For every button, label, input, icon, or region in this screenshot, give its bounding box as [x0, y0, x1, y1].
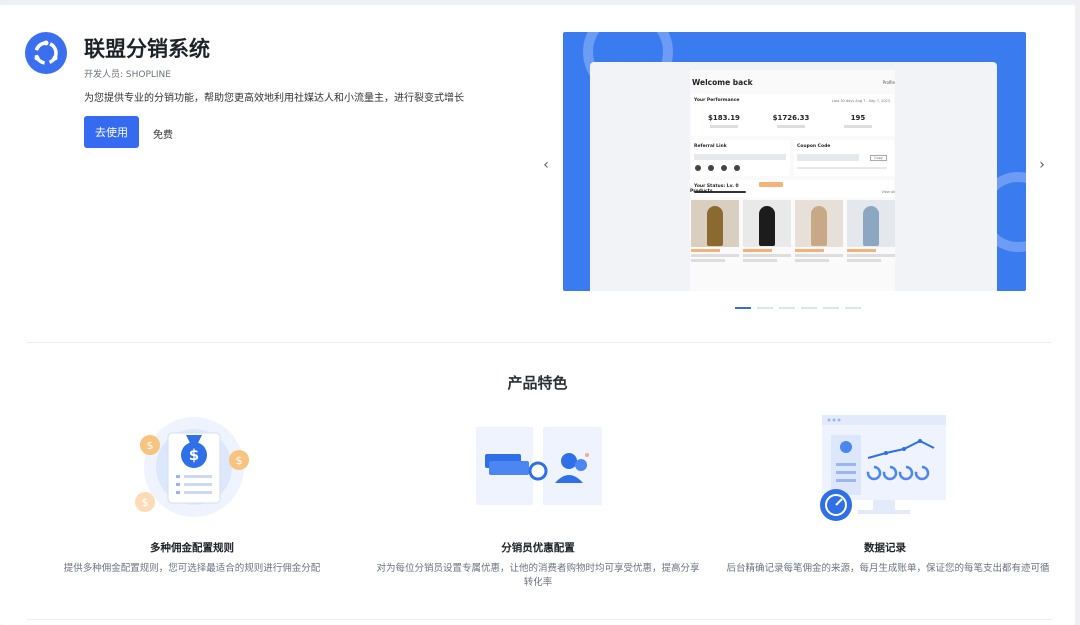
feature-description: 对为每位分销员设置专属优惠，让他的消费者购物时均可享受优惠，提高分享转化率: [376, 563, 700, 588]
mock-coupon-card: Coupon Code Copy: [794, 140, 894, 176]
mock-coupon-note: [797, 167, 887, 169]
mock-product-card: [743, 200, 791, 262]
mock-profile: Profile: [882, 80, 895, 85]
carousel-dot[interactable]: [757, 307, 773, 309]
svg-text:$: $: [142, 496, 149, 509]
mock-performance-title: Your Performance: [694, 98, 740, 103]
affiliate-logo-icon: [25, 32, 67, 74]
mock-dashboard: Welcome back Profile Your Performance La…: [690, 70, 895, 291]
mock-welcome-title: Welcome back: [692, 78, 753, 87]
mock-product-card: [847, 200, 895, 262]
app-title: 联盟分销系统: [84, 37, 210, 61]
mock-view-all: View all: [881, 190, 895, 194]
svg-text:$: $: [147, 439, 154, 452]
mock-date-range: Last 30 days Aug 7 - Sep 7, 2023: [831, 99, 890, 103]
mock-status-card: Your Status: Lv. 0: [691, 180, 894, 198]
feature-description: 提供多种佣金配置规则，您可选择最适合的规则进行佣金分配: [63, 563, 321, 574]
section-divider: [27, 342, 1052, 343]
app-description: 为您提供专业的分销功能，帮助您更高效地利用社媒达人和小流量主，进行裂变式增长: [84, 93, 464, 104]
carousel-dot[interactable]: [735, 307, 751, 309]
feature-title: 数据记录: [864, 542, 906, 554]
carousel-next-icon[interactable]: ›: [1035, 155, 1049, 175]
mock-products-title: Products: [690, 189, 713, 194]
mock-referral-input: [694, 154, 786, 160]
feature-title: 分销员优惠配置: [501, 542, 575, 554]
mock-stat: $183.19: [708, 114, 740, 122]
developer-label: 开发人员: SHOPLINE: [84, 70, 171, 80]
svg-text:$: $: [236, 454, 243, 467]
mock-social-icon: [695, 165, 701, 171]
mock-status-badge: [759, 182, 783, 187]
price-label: 免费: [153, 130, 173, 141]
carousel-slide: Welcome back Profile Your Performance La…: [563, 32, 1026, 291]
mock-product-card: [795, 200, 843, 262]
mock-stat: 195: [850, 114, 866, 122]
coupon-users-icon: [473, 421, 603, 511]
carousel-pagination: [735, 307, 861, 309]
mock-coupon-title: Coupon Code: [797, 144, 831, 149]
mock-stat-caption: [710, 125, 738, 128]
mock-coupon-input: [797, 154, 859, 161]
money-bag-icon: $ $ $ $: [128, 415, 258, 530]
use-button[interactable]: 去使用: [84, 116, 139, 148]
mock-social-icon: [708, 165, 714, 171]
app-detail-page: 联盟分销系统 开发人员: SHOPLINE 为您提供专业的分销功能，帮助您更高效…: [0, 5, 1075, 625]
svg-text:$: $: [189, 446, 199, 464]
feature-description: 后台精确记录每笔佣金的来源，每月生成账单，保证您的每笔支出都有迹可循: [726, 563, 1050, 574]
carousel-dot[interactable]: [801, 307, 817, 309]
carousel-dot[interactable]: [823, 307, 839, 309]
data-chart-icon: [818, 413, 948, 528]
carousel-dot[interactable]: [779, 307, 795, 309]
mock-referral-card: Referral Link: [691, 140, 790, 176]
mock-stat: $1726.33: [772, 114, 810, 122]
mock-copy-button: Copy: [870, 155, 887, 161]
mock-stat-caption: [844, 125, 872, 128]
mock-referral-title: Referral Link: [694, 144, 727, 149]
mock-stat-caption: [777, 125, 805, 128]
mock-product-card: [691, 200, 739, 262]
features-section-title: 产品特色: [507, 374, 568, 392]
screenshot-mockup: Welcome back Profile Your Performance La…: [590, 62, 997, 291]
section-divider: [27, 619, 1052, 620]
carousel-dot[interactable]: [845, 307, 861, 309]
mock-performance-card: Your Performance Last 30 days Aug 7 - Se…: [691, 94, 894, 136]
mock-social-icon: [734, 165, 740, 171]
feature-title: 多种佣金配置规则: [150, 542, 234, 554]
carousel-prev-icon[interactable]: ‹: [539, 155, 553, 175]
mock-social-icon: [721, 165, 727, 171]
